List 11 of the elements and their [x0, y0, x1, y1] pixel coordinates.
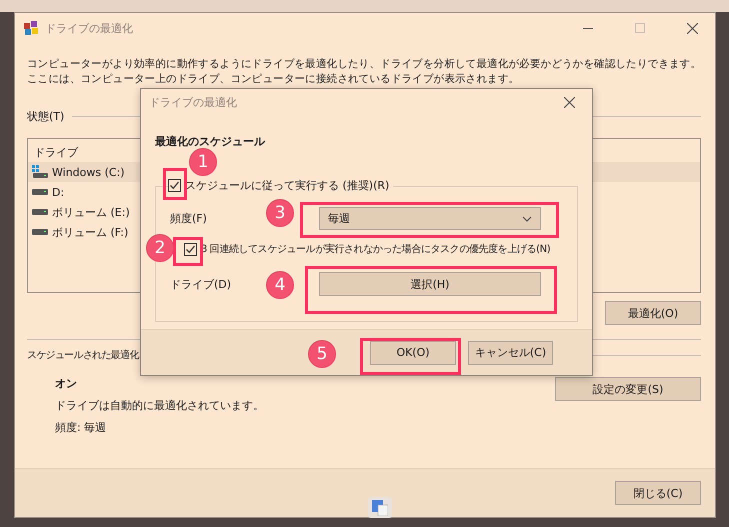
schedule-description: ドライブは自動的に最適化されています。 — [55, 398, 264, 413]
schedule-frequency: 頻度: 毎週 — [55, 420, 108, 435]
dialog-heading: 最適化のスケジュール — [155, 135, 265, 148]
description-text: コンピューターがより効率的に動作するようにドライブを最適化したり、ドライブを分析して最適化が必要かどうかを確認したりできます。ここには、コンピューター上のドライブ、コンピューターに接続されているドライブが表示されます。 — [26, 57, 702, 87]
field-label: ドライブ(D) — [170, 276, 232, 292]
field-label: 頻度(F) — [170, 211, 207, 226]
schedule-state: オン — [55, 376, 78, 391]
group-label: 状態(T) — [27, 109, 64, 124]
dialog-title: ドライブの最適化 — [149, 94, 237, 110]
section-label: スケジュールされた最適化 — [27, 348, 139, 362]
window-title: ドライブの最適化 — [45, 20, 134, 36]
